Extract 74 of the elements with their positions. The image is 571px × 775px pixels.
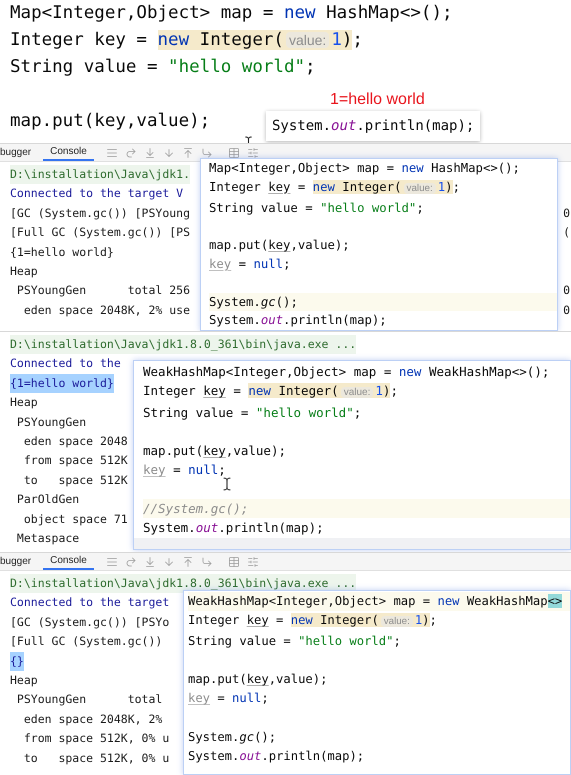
console-line: PSYoungGen total 256: [16, 282, 190, 300]
code-line: String value = "hello world";: [209, 200, 424, 215]
console-line: to space 512K: [22, 472, 128, 489]
console-line: [GC (System.gc()) [PSYo: [10, 614, 170, 631]
code-line: System.gc();: [188, 730, 276, 744]
settings-icon[interactable]: [246, 146, 259, 158]
step-out-icon[interactable]: [182, 556, 194, 568]
code-line: WeakHashMap<Integer,Object> map = new WeakHashMap<>: [188, 594, 562, 608]
code-line: System.out.println(map);: [143, 520, 324, 536]
code-line: Map<Integer,Object> map = new HashMap<>();: [209, 161, 520, 175]
console-line: {1=hello world}: [10, 244, 114, 261]
code-line: //System.gc();: [143, 501, 248, 516]
console-line: 0: [563, 302, 570, 319]
console-line: from space 512K, 0% u: [22, 730, 170, 748]
console-line: eden space 2048K, 2%: [22, 710, 162, 728]
step-over-icon[interactable]: [124, 556, 137, 568]
console-line: eden space 2048: [22, 433, 128, 450]
code-line: String value = "hello world";: [143, 404, 362, 420]
console-line: Heap: [10, 672, 38, 690]
code-line: map.put(key,value);: [209, 238, 350, 252]
code-line: Map<Integer,Object> map = new HashMap<>();: [10, 3, 453, 23]
down-arrow-icon[interactable]: [162, 556, 175, 568]
code-line: Integer key = new Integer( value: 1);: [188, 613, 437, 628]
cursor-arrow-icon[interactable]: [200, 146, 213, 158]
step-out-icon[interactable]: [182, 146, 194, 158]
code-line: key = null;: [143, 462, 226, 478]
code-line: System.out.println(map);: [209, 313, 387, 328]
code-line: map.put(key,value);: [188, 672, 328, 686]
code-tooltip: System.out.println(map);: [266, 111, 480, 141]
step-into-icon[interactable]: [144, 556, 156, 568]
console-line: Connected to the: [10, 355, 121, 372]
step-over-icon[interactable]: [124, 146, 137, 158]
tab[interactable]: bugger: [0, 144, 44, 161]
menu-icon[interactable]: [106, 146, 118, 158]
console-line: object space 71: [22, 510, 128, 528]
console-line: Metaspace: [16, 530, 80, 548]
annotation-text: 1=hello world: [330, 90, 425, 110]
console-line: PSYoungGen total: [16, 691, 162, 708]
code-line: WeakHashMap<Integer,Object> map = new WeakHashMap<>();: [143, 364, 550, 379]
settings-icon[interactable]: [246, 556, 259, 568]
console-line: Heap: [10, 394, 38, 412]
console-line: ParOldGen: [16, 491, 80, 508]
code-line: String value = "hello world";: [10, 57, 316, 77]
code-line: Integer key = new Integer( value: 1);: [143, 383, 398, 398]
console-line: 0: [563, 282, 570, 300]
step-into-icon[interactable]: [144, 146, 156, 158]
console-line: 0: [563, 204, 570, 222]
code-line: Integer key = new Integer( value: 1);: [209, 180, 460, 194]
console-line: [GC (System.gc()) [PSYoung: [10, 204, 190, 222]
down-arrow-icon[interactable]: [162, 146, 175, 158]
table-icon[interactable]: [228, 556, 240, 568]
tab[interactable]: Console: [43, 144, 94, 161]
console-line: PSYoungGen: [16, 414, 86, 431]
console-line: Connected to the target V: [10, 185, 184, 202]
console-line: (: [563, 224, 570, 242]
code-line: map.put(key,value);: [10, 111, 210, 131]
code-line: String value = "hello world";: [188, 634, 401, 648]
code-line: System.gc();: [209, 294, 298, 309]
table-icon[interactable]: [228, 146, 240, 158]
console-line: [Full GC (System.gc()) [PS: [10, 224, 190, 242]
cursor-arrow-icon[interactable]: [200, 556, 213, 568]
console-line: Connected to the target: [10, 594, 170, 612]
code-line: key = null;: [188, 691, 269, 706]
console-line: to space 512K, 0% u: [22, 750, 170, 767]
console-line: Heap: [10, 263, 38, 280]
tab[interactable]: Console: [43, 553, 94, 570]
code-line: key = null;: [209, 256, 290, 271]
console-line: from space 512K: [22, 452, 128, 470]
menu-icon[interactable]: [106, 556, 118, 568]
console-line: eden space 2048K, 2% use: [22, 302, 190, 319]
code-line: System.out.println(map);: [188, 749, 364, 764]
tab[interactable]: bugger: [0, 553, 44, 570]
code-line: map.put(key,value);: [143, 443, 286, 458]
console-line: [Full GC (System.gc()): [10, 633, 162, 650]
